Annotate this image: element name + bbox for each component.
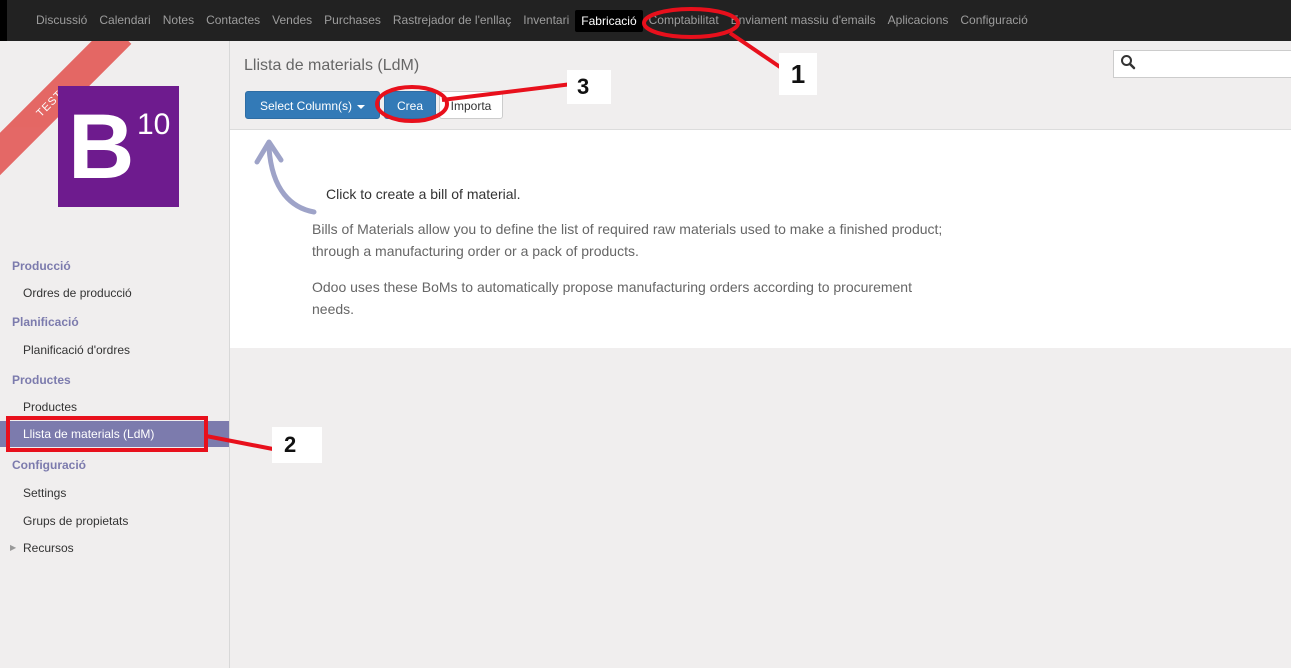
select-columns-label: Select Column(s): [259, 99, 353, 113]
main-content: Click to create a bill of material. Bill…: [230, 130, 1291, 668]
menu-item-enviament-massiu[interactable]: Enviament massiu d'emails: [731, 0, 876, 41]
top-menu: Discussió Calendari Notes Contactes Vend…: [36, 0, 1040, 41]
help-paragraph-2: Odoo uses these BoMs to automatically pr…: [312, 279, 912, 317]
search-input[interactable]: [1113, 50, 1291, 78]
select-columns-button[interactable]: Select Column(s): [245, 91, 380, 119]
menu-item-comptabilitat[interactable]: Comptabilitat: [649, 0, 719, 41]
caret-right-icon[interactable]: ▶: [10, 543, 16, 552]
annotation-label-2: 2: [272, 427, 322, 463]
menu-item-calendari[interactable]: Calendari: [99, 0, 150, 41]
menu-item-notes[interactable]: Notes: [163, 0, 194, 41]
search-icon: [1121, 55, 1136, 70]
arrow-up-icon: [254, 139, 317, 215]
sidebar-item-ordres-produccio[interactable]: Ordres de producció: [23, 286, 132, 300]
import-button[interactable]: Importa: [439, 91, 503, 119]
help-title: Click to create a bill of material.: [326, 186, 521, 202]
menu-item-aplicacions[interactable]: Aplicacions: [888, 0, 949, 41]
company-logo[interactable]: B 10: [58, 86, 179, 207]
sidebar-item-productes[interactable]: Productes: [23, 400, 77, 414]
sidebar-item-recursos[interactable]: Recursos: [23, 541, 74, 555]
menu-item-vendes[interactable]: Vendes: [272, 0, 312, 41]
sidebar-section-planificacio: Planificació: [12, 315, 79, 329]
annotation-label-1: 1: [779, 53, 817, 95]
logo-number: 10: [137, 108, 171, 141]
menu-item-fabricacio[interactable]: Fabricació: [575, 9, 643, 32]
menu-item-discussio[interactable]: Discussió: [36, 0, 87, 41]
sidebar-item-settings[interactable]: Settings: [23, 486, 66, 500]
breadcrumb: Llista de materials (LdM): [244, 57, 420, 74]
control-panel: Llista de materials (LdM) Select Column(…: [230, 41, 1291, 130]
navbar-edge: [0, 0, 7, 41]
menu-item-purchases[interactable]: Purchases: [324, 0, 381, 41]
menu-item-inventari[interactable]: Inventari: [523, 0, 569, 41]
annotation-label-3: 3: [567, 70, 611, 104]
sidebar-section-productes: Productes: [12, 373, 71, 387]
sidebar-item-llista-materials[interactable]: Llista de materials (LdM): [0, 421, 229, 447]
create-button[interactable]: Crea: [384, 91, 436, 119]
menu-item-contactes[interactable]: Contactes: [206, 0, 260, 41]
sidebar-section-configuracio: Configuració: [12, 458, 86, 472]
sidebar: TEST B 10 Producció Ordres de producció …: [0, 41, 230, 668]
help-paragraph-1: Bills of Materials allow you to define t…: [312, 221, 943, 259]
logo-letter: B: [68, 96, 135, 198]
sidebar-item-grups-propietats[interactable]: Grups de propietats: [23, 514, 128, 528]
menu-item-configuracio[interactable]: Configuració: [960, 0, 1027, 41]
sidebar-section-produccio: Producció: [12, 259, 71, 273]
sidebar-item-planificacio-ordres[interactable]: Planificació d'ordres: [23, 343, 130, 357]
top-navbar: Discussió Calendari Notes Contactes Vend…: [0, 0, 1291, 41]
help-panel: Click to create a bill of material. Bill…: [230, 130, 1291, 348]
menu-item-rastrejador[interactable]: Rastrejador de l'enllaç: [393, 0, 511, 41]
caret-down-icon: [357, 104, 366, 109]
